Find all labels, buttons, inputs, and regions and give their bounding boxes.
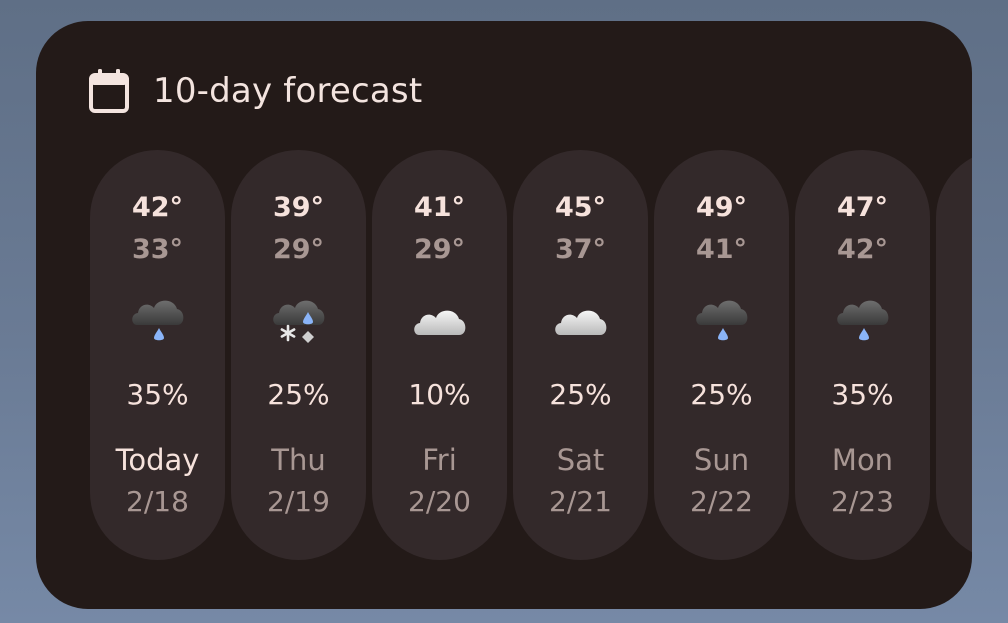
rain-icon: [132, 300, 184, 341]
high-temp: 49°: [695, 192, 748, 223]
day-date: 2/21: [549, 485, 612, 518]
low-temp: 41°: [695, 234, 748, 265]
day-date: 2/18: [126, 485, 189, 518]
low-temp: 37°: [554, 234, 607, 265]
day-date: 2/19: [267, 485, 330, 518]
low-temp: 33°: [131, 234, 184, 265]
day-date: 2/20: [408, 485, 471, 518]
high-temp: 45°: [554, 192, 607, 223]
high-temp: 47°: [836, 192, 889, 223]
day-name: Mon: [831, 443, 894, 477]
day-pill-4[interactable]: 49° 41° 25% Sun 2/22: [654, 150, 789, 560]
forecast-title: 10-day forecast: [153, 71, 423, 111]
day-name: Sun: [693, 443, 750, 477]
day-pill-partial[interactable]: [936, 150, 972, 560]
precip-chance: 35%: [831, 378, 894, 411]
day-pill-2[interactable]: 41° 29° 10% Fri 2/20: [372, 150, 507, 560]
day-date: 2/23: [831, 485, 894, 518]
forecast-header: 10-day forecast: [87, 67, 422, 115]
day-pill-0[interactable]: 42° 33° 35% Today 2/18: [90, 150, 225, 560]
calendar-icon: [89, 69, 129, 113]
precip-chance: 25%: [267, 378, 330, 411]
low-temp: 29°: [413, 234, 466, 265]
low-temp: 42°: [836, 234, 889, 265]
day-name: Sat: [556, 443, 605, 477]
precip-chance: 25%: [690, 378, 753, 411]
day-date: 2/22: [690, 485, 753, 518]
day-pill-3[interactable]: 45° 37° 25% Sat 2/21: [513, 150, 648, 560]
precip-chance: 35%: [126, 378, 189, 411]
forecast-days[interactable]: 42° 33° 35% Today 2/18 39° 29° 25% Thu 2…: [90, 150, 972, 560]
day-pill-5[interactable]: 47° 42° 35% Mon 2/23: [795, 150, 930, 560]
rain-icon: [696, 300, 748, 341]
high-temp: 42°: [131, 192, 184, 223]
cloudy-icon: [555, 310, 607, 335]
day-name: Thu: [271, 443, 326, 477]
low-temp: 29°: [272, 234, 325, 265]
precip-chance: 25%: [549, 378, 612, 411]
high-temp: 41°: [413, 192, 466, 223]
rain-snow-icon: [273, 300, 325, 343]
cloudy-icon: [414, 310, 466, 335]
day-name: Fri: [422, 443, 457, 477]
forecast-card: 10-day forecast 42° 33° 35% Today 2/18 3…: [36, 21, 972, 609]
day-name: Today: [115, 443, 200, 477]
precip-chance: 10%: [408, 378, 471, 411]
day-pill-1[interactable]: 39° 29° 25% Thu 2/19: [231, 150, 366, 560]
rain-icon: [837, 300, 889, 341]
high-temp: 39°: [272, 192, 325, 223]
